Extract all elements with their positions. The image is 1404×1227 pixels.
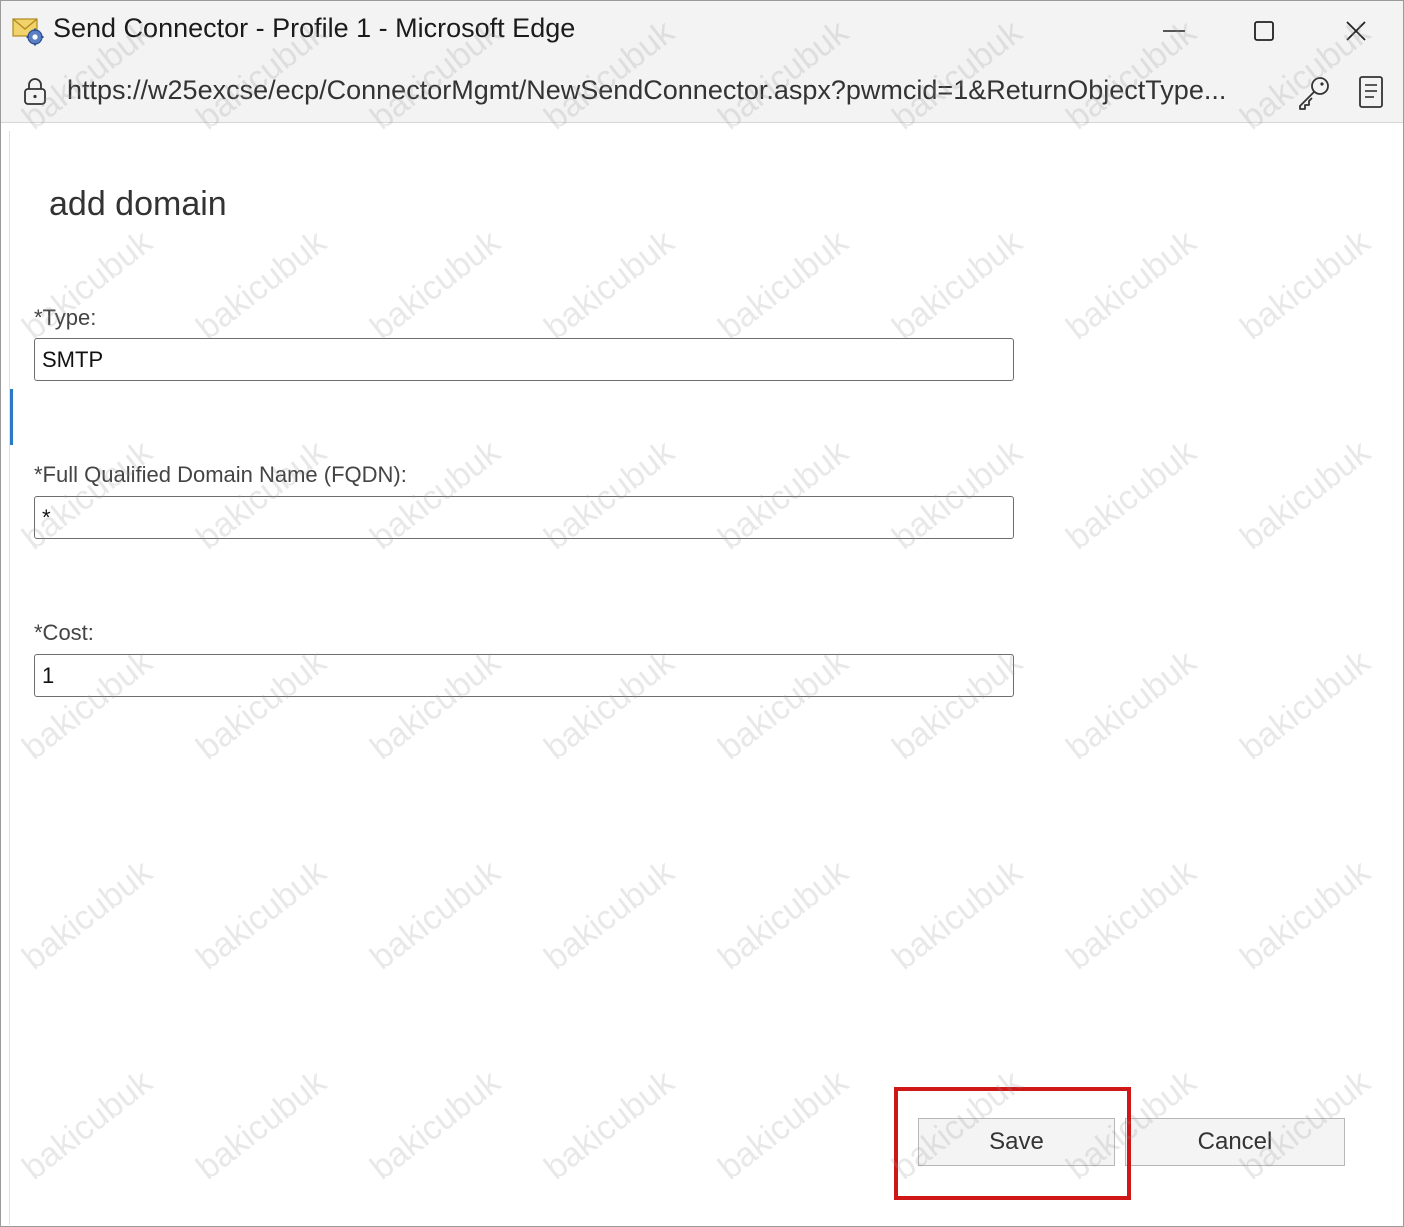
lock-icon[interactable] <box>21 77 49 107</box>
fqdn-label: *Full Qualified Domain Name (FQDN): <box>34 462 407 487</box>
close-icon <box>1346 21 1366 41</box>
cost-label: *Cost: <box>34 620 94 645</box>
title-bar: Send Connector - Profile 1 - Microsoft E… <box>1 1 1403 61</box>
minimize-icon <box>1163 30 1185 32</box>
left-accent-stripe <box>10 389 13 445</box>
envelope-gear-icon <box>11 13 45 47</box>
close-window-button[interactable] <box>1321 5 1391 57</box>
browser-window: Send Connector - Profile 1 - Microsoft E… <box>0 0 1404 1227</box>
fqdn-input[interactable] <box>34 496 1014 539</box>
type-input[interactable] <box>34 338 1014 381</box>
url-field[interactable]: https://w25excse/ecp/ConnectorMgmt/NewSe… <box>67 75 1277 106</box>
reader-view-icon[interactable] <box>1355 73 1387 111</box>
window-title: Send Connector - Profile 1 - Microsoft E… <box>53 13 576 43</box>
dialog-title: add domain <box>49 185 227 223</box>
cost-input[interactable] <box>34 654 1014 697</box>
cancel-button[interactable]: Cancel <box>1125 1118 1345 1166</box>
maximize-icon <box>1254 21 1274 41</box>
save-button[interactable]: Save <box>918 1118 1115 1166</box>
address-bar: https://w25excse/ecp/ConnectorMgmt/NewSe… <box>1 61 1403 123</box>
key-icon[interactable] <box>1295 74 1333 112</box>
type-label: *Type: <box>34 305 97 330</box>
minimize-button[interactable] <box>1139 5 1209 57</box>
maximize-button[interactable] <box>1229 5 1299 57</box>
